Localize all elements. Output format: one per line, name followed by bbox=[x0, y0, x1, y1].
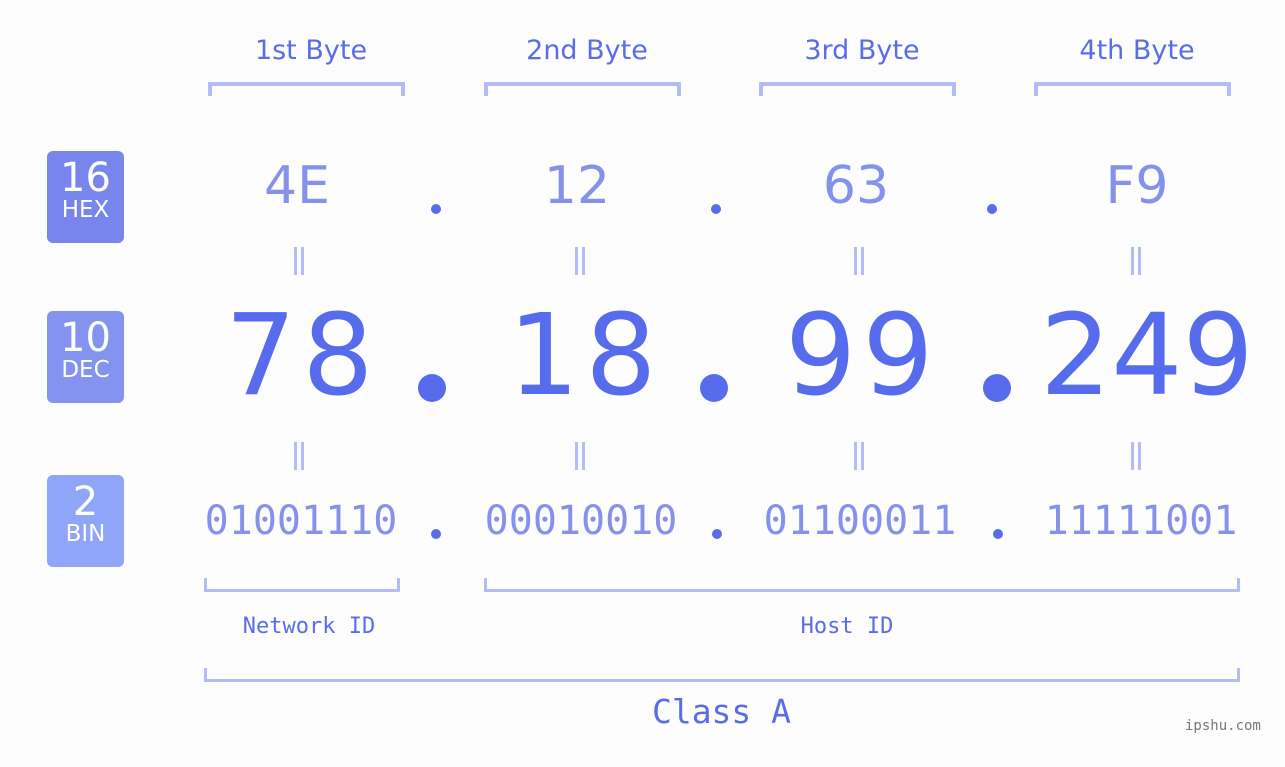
byte-bracket-3 bbox=[759, 82, 956, 96]
dec-value-4: 249 bbox=[1040, 291, 1254, 421]
host-id-label: Host ID bbox=[800, 614, 894, 639]
bin-badge-number: 2 bbox=[72, 479, 99, 525]
watermark: ipshu.com bbox=[1185, 718, 1261, 734]
hex-value-4: F9 bbox=[1105, 156, 1169, 216]
dec-value-2: 18 bbox=[508, 291, 663, 421]
equals-icon bbox=[852, 442, 866, 470]
equals-icon bbox=[852, 247, 866, 275]
host-id-bracket bbox=[484, 578, 1240, 592]
hex-badge-number: 16 bbox=[60, 155, 111, 201]
equals-icon bbox=[573, 247, 587, 275]
hex-separator-dot bbox=[987, 204, 997, 214]
byte-bracket-4 bbox=[1034, 82, 1231, 96]
equals-icon bbox=[292, 442, 306, 470]
network-id-bracket bbox=[204, 578, 400, 592]
hex-value-1: 4E bbox=[264, 156, 330, 216]
bin-separator-dot bbox=[993, 529, 1003, 539]
hex-badge: 16 HEX bbox=[47, 151, 124, 243]
dec-value-3: 99 bbox=[785, 291, 940, 421]
equals-icon bbox=[1129, 247, 1143, 275]
byte-title-1: 1st Byte bbox=[254, 35, 368, 66]
bin-separator-dot bbox=[712, 529, 722, 539]
hex-value-2: 12 bbox=[543, 156, 611, 216]
dec-badge: 10 DEC bbox=[47, 311, 124, 403]
byte-bracket-2 bbox=[484, 82, 681, 96]
byte-title-3: 3rd Byte bbox=[804, 35, 920, 66]
bin-value-2: 00010010 bbox=[484, 498, 678, 544]
bin-value-3: 01100011 bbox=[763, 498, 957, 544]
equals-icon bbox=[1129, 442, 1143, 470]
ip-class-label: Class A bbox=[651, 692, 792, 731]
dec-badge-number: 10 bbox=[60, 315, 111, 361]
class-bracket bbox=[204, 668, 1240, 682]
bin-separator-dot bbox=[431, 529, 441, 539]
hex-separator-dot bbox=[711, 204, 721, 214]
hex-separator-dot bbox=[431, 204, 441, 214]
dec-separator-dot bbox=[418, 374, 446, 402]
byte-title-4: 4th Byte bbox=[1079, 35, 1195, 66]
hex-value-3: 63 bbox=[822, 156, 890, 216]
dec-value-1: 78 bbox=[225, 291, 380, 421]
dec-separator-dot bbox=[700, 374, 728, 402]
bin-badge-label: BIN bbox=[65, 521, 106, 547]
dec-badge-label: DEC bbox=[61, 357, 110, 383]
byte-title-2: 2nd Byte bbox=[526, 35, 648, 66]
dec-separator-dot bbox=[983, 374, 1011, 402]
byte-bracket-1 bbox=[208, 82, 405, 96]
hex-badge-label: HEX bbox=[61, 197, 110, 223]
equals-icon bbox=[573, 442, 587, 470]
equals-icon bbox=[292, 247, 306, 275]
bin-badge: 2 BIN bbox=[47, 475, 124, 567]
bin-value-1: 01001110 bbox=[204, 498, 398, 544]
network-id-label: Network ID bbox=[242, 614, 376, 639]
bin-value-4: 11111001 bbox=[1044, 498, 1238, 544]
